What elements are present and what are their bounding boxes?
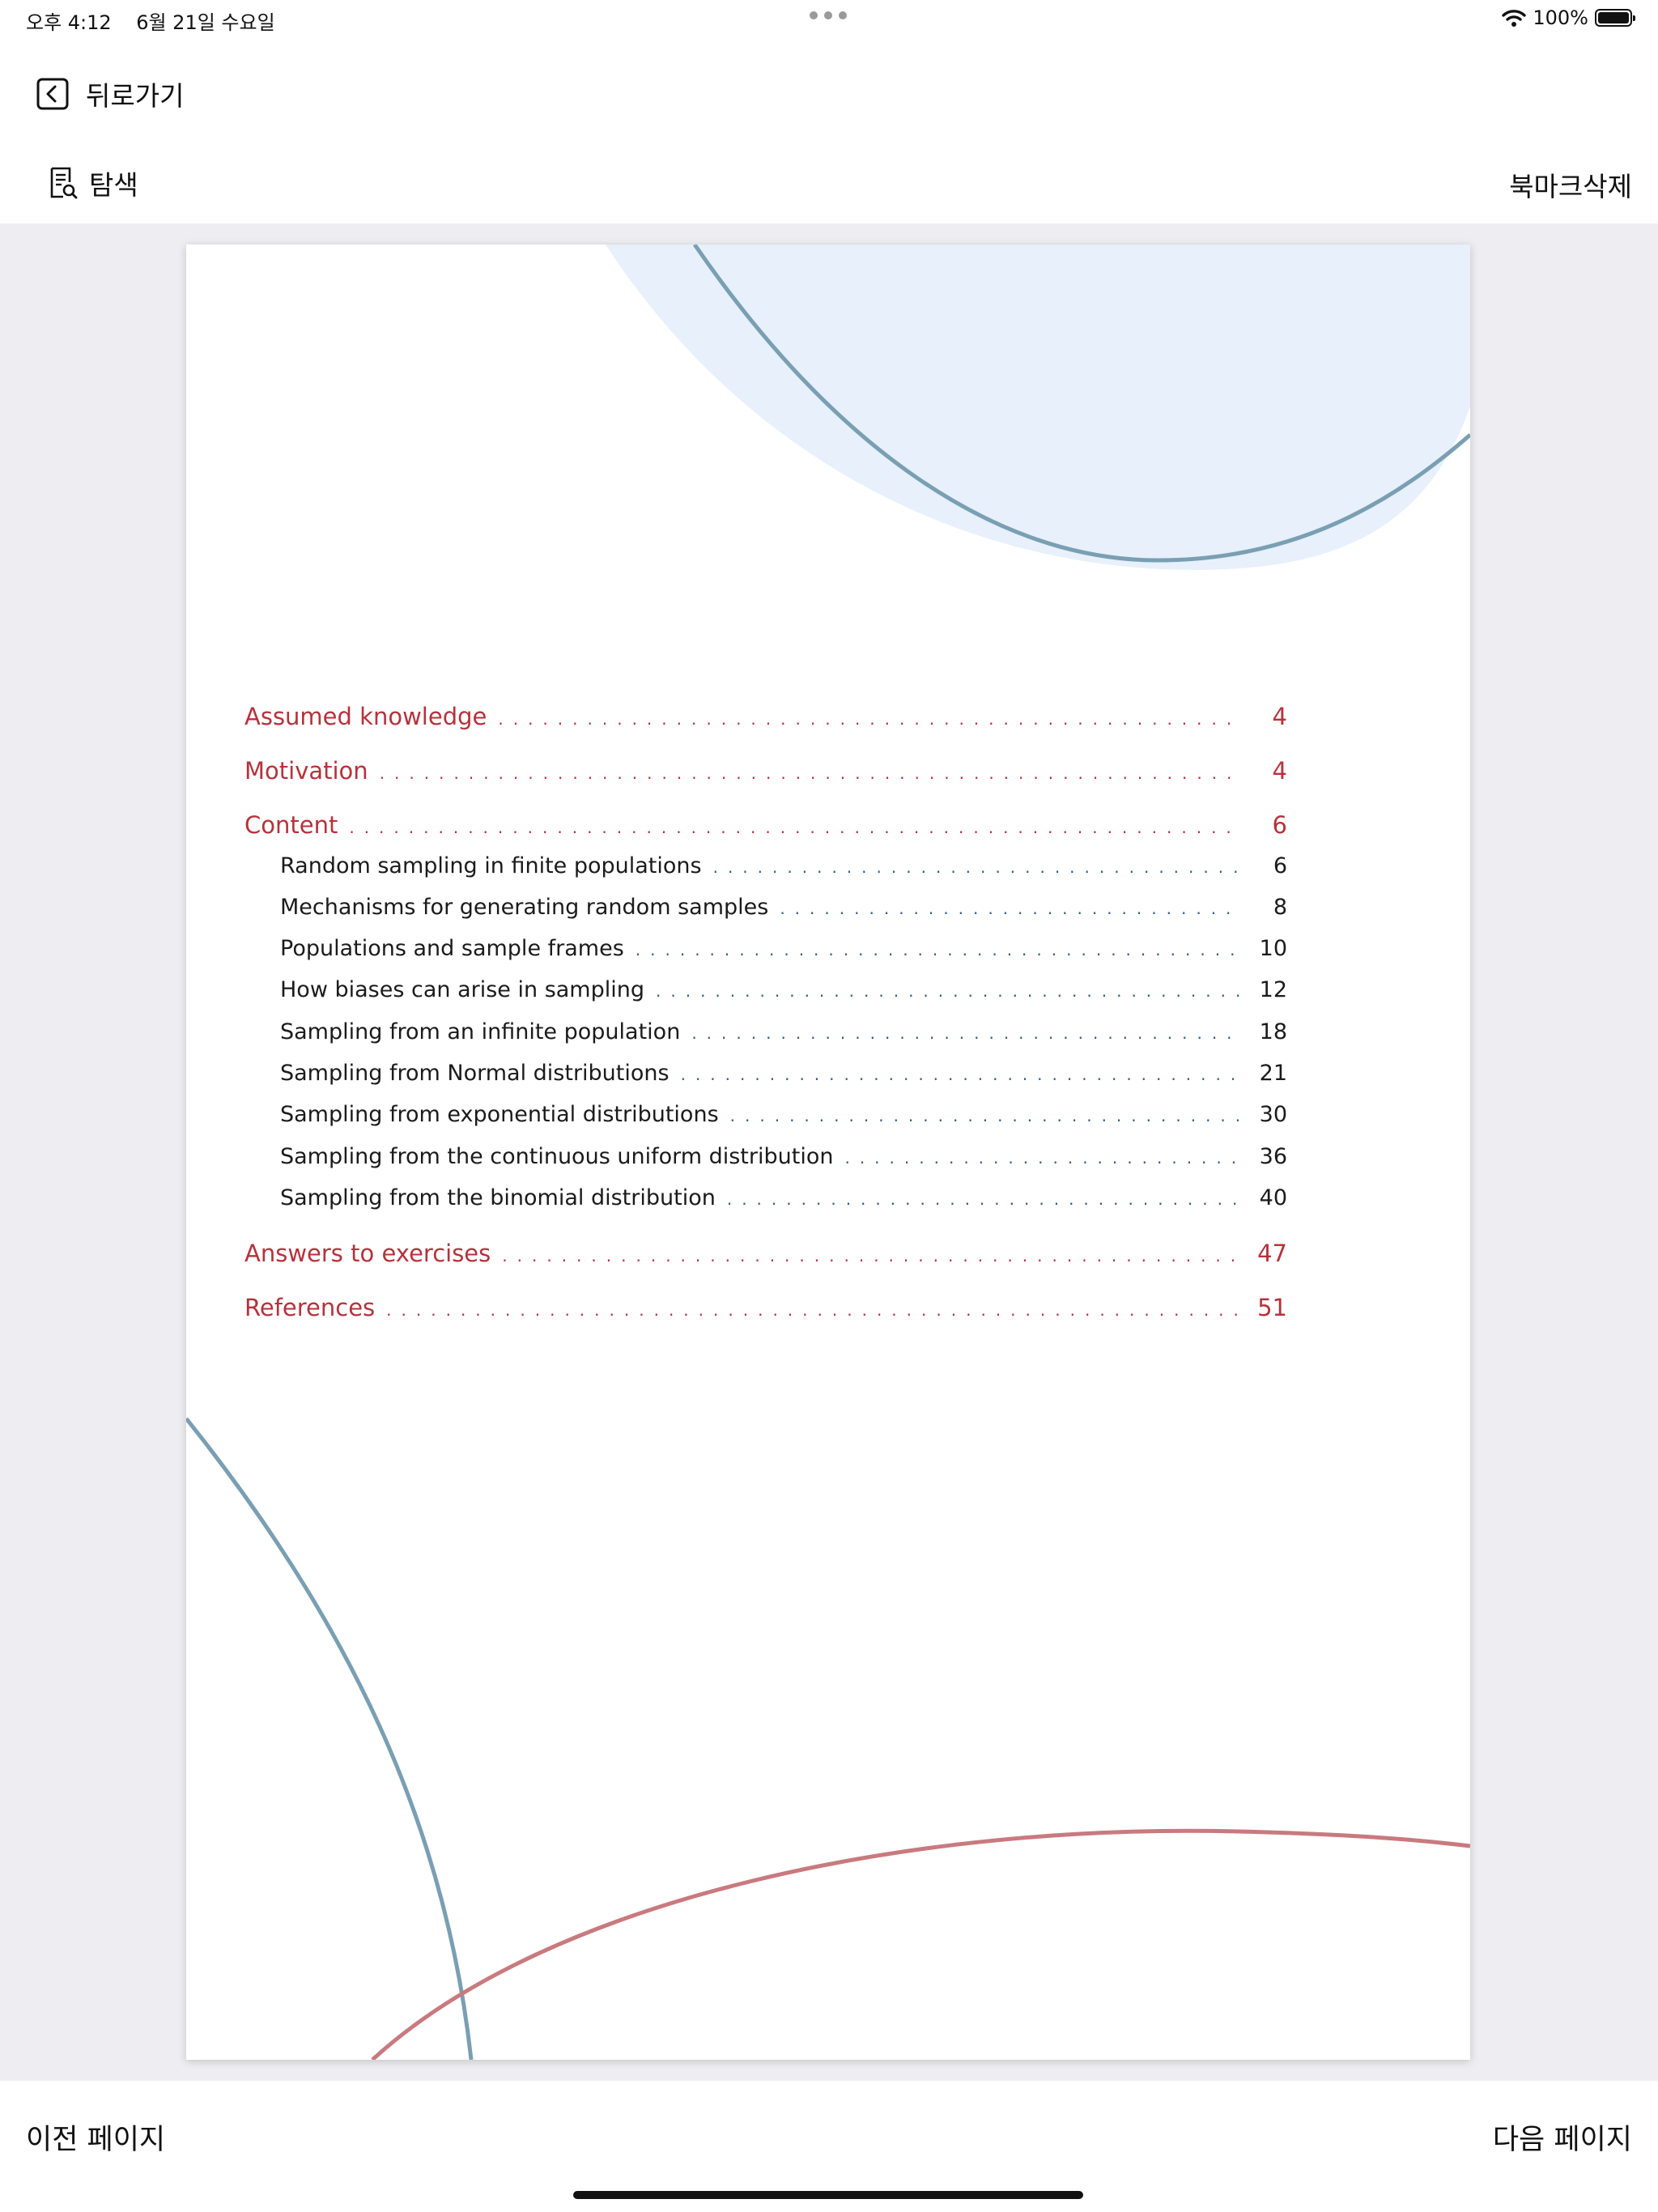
toc-dot-leader: ........................................… [780,899,1240,918]
toc-entry[interactable]: Content.................................… [244,811,1287,839]
back-button[interactable]: 뒤로가기 [36,74,184,113]
toc-dot-leader: ........................................… [680,1065,1240,1084]
toc-dot-leader: ........................................… [502,1246,1240,1266]
toc-entry-page: 6 [1273,853,1287,878]
toc-dot-leader: ........................................… [635,940,1240,959]
document-viewer[interactable]: Assumed knowledge.......................… [0,223,1658,2081]
toc-entry-page: 6 [1272,811,1287,839]
toc-entry-title: Sampling from Normal distributions [280,1061,670,1086]
document-search-icon [50,167,78,199]
toc-entry-title: Sampling from the binomial distribution [280,1185,716,1210]
toc-dot-leader: ........................................… [379,764,1240,783]
toc-entry-title: Populations and sample frames [280,936,624,961]
toc-entry-page: 21 [1259,1061,1287,1086]
dot [839,11,847,19]
toc-dot-leader: ........................................… [386,1300,1240,1320]
toc-entry-title: Answers to exercises [244,1240,491,1267]
toc-entry[interactable]: Assumed knowledge.......................… [244,703,1287,730]
toc-entry-title: Assumed knowledge [244,703,487,730]
toc-entry-page: 4 [1272,703,1287,730]
battery-icon [1595,9,1635,27]
toc-entry-page: 30 [1259,1102,1287,1127]
toc-entry-title: Sampling from an infinite population [280,1019,681,1044]
toc-dot-leader: ........................................… [498,709,1240,729]
toc-entry-page: 18 [1259,1019,1287,1044]
nav-bar: 뒤로가기 [0,65,1658,121]
toc-dot-leader: ........................................… [349,818,1240,837]
status-date-text: 6월 21일 수요일 [136,11,275,34]
bottom-bar: 이전 페이지 다음 페이지 [0,2081,1658,2212]
toc-dot-leader: ........................................… [691,1023,1240,1043]
home-indicator[interactable] [573,2191,1083,2199]
dot [824,11,832,19]
battery-percent: 100% [1533,6,1588,29]
back-chevron-icon [36,78,69,110]
toc-entry[interactable]: Sampling from exponential distributions.… [244,1102,1287,1127]
toc-dot-leader: ........................................… [729,1106,1240,1125]
toc-entry-title: Content [244,811,338,839]
status-time: 오후 4:12 6월 21일 수요일 [26,6,275,35]
multitasking-dots-icon[interactable] [810,11,847,19]
toc-entry-page: 51 [1257,1294,1287,1321]
toc-entry-title: Sampling from the continuous uniform dis… [280,1144,834,1169]
prev-page-button[interactable]: 이전 페이지 [26,2116,165,2158]
search-label: 탐색 [89,169,138,201]
search-button[interactable]: 탐색 [49,164,138,202]
toc-entry-title: Sampling from exponential distributions [280,1102,719,1127]
toc-entry-title: References [244,1294,376,1321]
toc-entry-page: 36 [1259,1144,1287,1169]
toc-entry[interactable]: Sampling from Normal distributions......… [244,1061,1287,1086]
status-time-text: 오후 4:12 [26,11,112,34]
toc-entry-page: 40 [1259,1185,1287,1210]
toc-dot-leader: ........................................… [712,857,1240,877]
next-page-button[interactable]: 다음 페이지 [1493,2116,1632,2158]
toc-entry[interactable]: Motivation..............................… [244,757,1287,785]
toc-entry-page: 47 [1257,1240,1287,1267]
bookmark-delete-button[interactable]: 북마크삭제 [1509,165,1632,204]
bottom-red-arc [371,1828,1470,2060]
toc-dot-leader: ........................................… [656,981,1240,1001]
toc-entry-page: 4 [1272,757,1287,785]
toc-entry[interactable]: Mechanisms for generating random samples… [244,895,1287,920]
toc-entry[interactable]: Sampling from the binomial distribution.… [244,1185,1287,1210]
dot [810,11,818,19]
toc-entry-page: 8 [1273,895,1287,920]
toc-entry-title: How biases can arise in sampling [280,977,644,1002]
toc-dot-leader: ........................................… [726,1189,1240,1209]
toc-entry[interactable]: Populations and sample frames...........… [244,936,1287,961]
toc-entry[interactable]: Sampling from the continuous uniform dis… [244,1144,1287,1169]
back-label: 뒤로가기 [86,80,185,112]
toc-entry[interactable]: Sampling from an infinite population....… [244,1019,1287,1044]
status-right: 100% [1502,6,1635,29]
toc-entry-title: Random sampling in finite populations [280,853,702,878]
toc-entry[interactable]: Random sampling in finite populations...… [244,853,1287,878]
status-bar: 오후 4:12 6월 21일 수요일 100% [0,0,1658,39]
left-arc [186,1417,474,2060]
toc-entry[interactable]: References..............................… [244,1294,1287,1321]
toc-dot-leader: ........................................… [844,1148,1240,1168]
toc-entry[interactable]: How biases can arise in sampling........… [244,977,1287,1002]
toc-entry-page: 10 [1259,936,1287,961]
toc-entry[interactable]: Answers to exercises....................… [244,1240,1287,1267]
wifi-icon [1502,10,1527,27]
toc-entry-page: 12 [1259,977,1287,1002]
toc-entry-title: Mechanisms for generating random samples [280,895,769,920]
toolbar: 탐색 북마크삭제 [0,154,1658,219]
toc-entry-title: Motivation [244,757,368,785]
